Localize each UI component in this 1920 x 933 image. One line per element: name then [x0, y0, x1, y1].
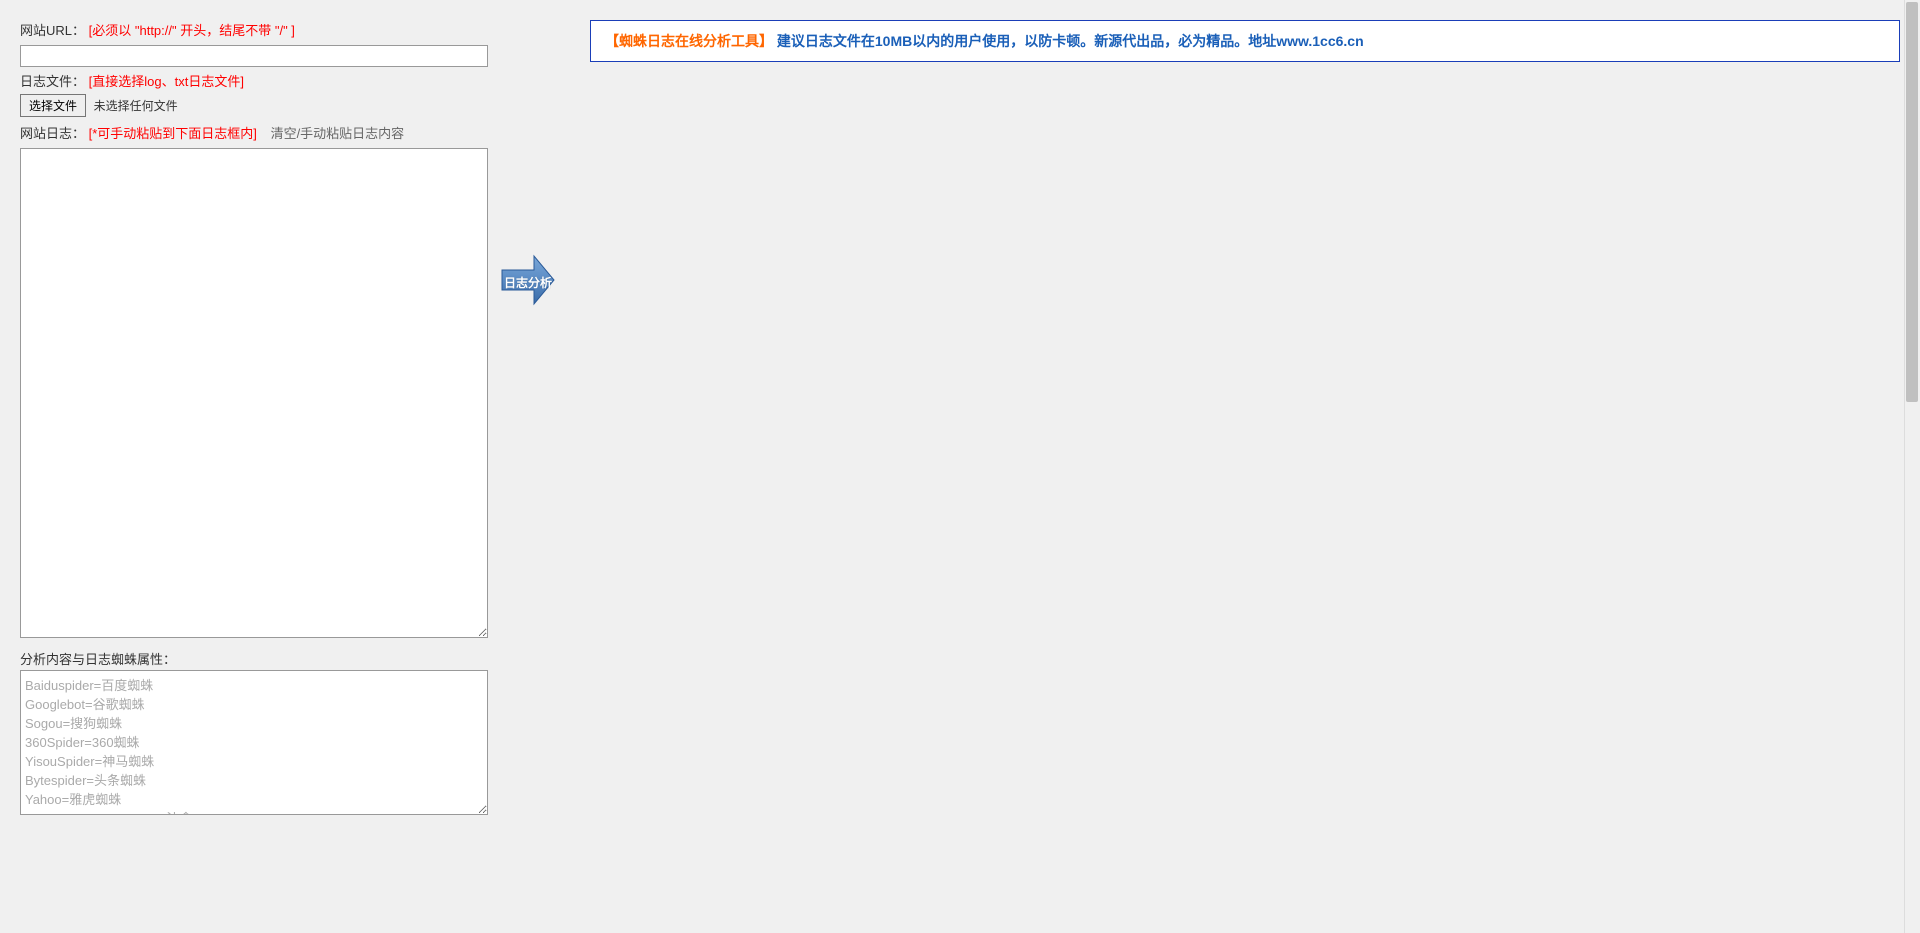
info-text: 建议日志文件在10MB以内的用户使用，以防卡顿。新源代出品，必为精品。地址www… — [777, 33, 1364, 49]
log-textarea[interactable] — [20, 148, 488, 638]
file-hint: [直接选择log、txt日志文件] — [89, 74, 244, 89]
page-scrollbar[interactable] — [1904, 0, 1920, 933]
right-panel: 【蜘蛛日志在线分析工具】 建议日志文件在10MB以内的用户使用，以防卡顿。新源代… — [570, 20, 1900, 913]
file-status: 未选择任何文件 — [94, 99, 178, 113]
url-input[interactable] — [20, 45, 488, 67]
log-label: 网站日志： — [20, 126, 85, 141]
file-picker-row: 选择文件 未选择任何文件 — [20, 94, 490, 117]
spider-textarea[interactable] — [20, 670, 488, 815]
arrow-label: 日志分析 — [504, 274, 552, 291]
analysis-label: 分析内容与日志蜘蛛属性： — [20, 649, 490, 668]
url-row: 网站URL： [必须以 "http://" 开头，结尾不带 "/" ] — [20, 20, 490, 39]
left-panel: 网站URL： [必须以 "http://" 开头，结尾不带 "/" ] 日志文件… — [20, 20, 490, 913]
info-prefix: 【蜘蛛日志在线分析工具】 — [605, 33, 773, 49]
file-label: 日志文件： — [20, 74, 85, 89]
choose-file-button[interactable]: 选择文件 — [20, 94, 86, 117]
scrollbar-thumb[interactable] — [1906, 2, 1918, 402]
analyze-arrow-button[interactable]: 日志分析 — [500, 250, 556, 310]
file-row: 日志文件： [直接选择log、txt日志文件] — [20, 71, 490, 90]
url-hint: [必须以 "http://" 开头，结尾不带 "/" ] — [89, 23, 295, 38]
log-hint: [*可手动粘贴到下面日志框内] — [89, 126, 257, 141]
log-row: 网站日志： [*可手动粘贴到下面日志框内] 清空/手动粘贴日志内容 — [20, 123, 490, 142]
middle-panel: 日志分析 — [500, 20, 560, 913]
url-label: 网站URL： — [20, 23, 85, 38]
info-box: 【蜘蛛日志在线分析工具】 建议日志文件在10MB以内的用户使用，以防卡顿。新源代… — [590, 20, 1900, 62]
log-clear-hint: 清空/手动粘贴日志内容 — [271, 126, 405, 141]
